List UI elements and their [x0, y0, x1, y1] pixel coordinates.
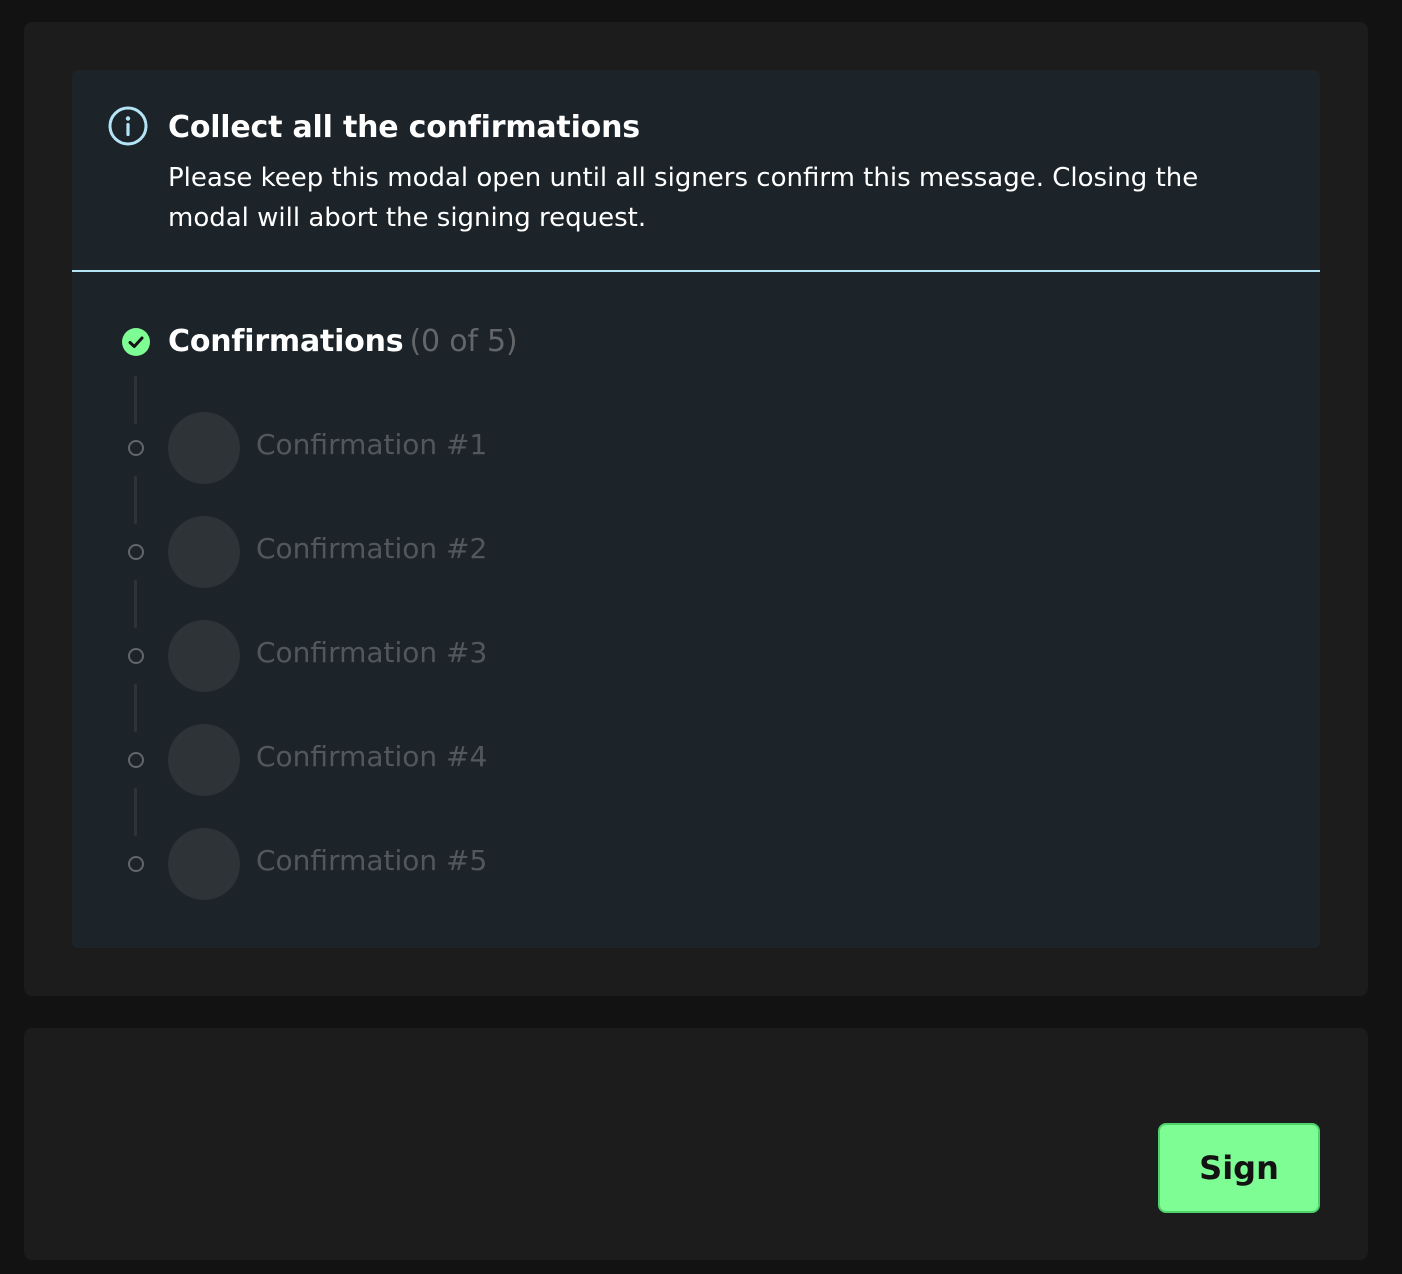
info-icon [108, 106, 148, 146]
confirmations-title: Confirmations (0 of 5) [168, 324, 518, 359]
pending-dot-icon [128, 856, 144, 872]
sign-button[interactable]: Sign [1158, 1123, 1320, 1213]
pending-dot-icon [128, 544, 144, 560]
confirmation-label: Confirmation #3 [256, 636, 488, 669]
confirmations-label: Confirmations [168, 324, 404, 359]
confirmation-label: Confirmation #2 [256, 532, 488, 565]
info-title: Collect all the confirmations [168, 110, 640, 145]
signer-avatar-placeholder [168, 412, 240, 484]
confirmation-label: Confirmation #5 [256, 844, 488, 877]
signer-avatar-placeholder [168, 828, 240, 900]
confirmation-item: Confirmation #3 [120, 620, 720, 692]
info-banner: Collect all the confirmations Please kee… [72, 70, 1320, 272]
confirmation-item: Confirmation #2 [120, 516, 720, 588]
confirmation-item: Confirmation #1 [120, 412, 720, 484]
pending-dot-icon [128, 752, 144, 768]
confirmation-item: Confirmation #5 [120, 828, 720, 900]
confirmation-label: Confirmation #1 [256, 428, 488, 461]
signer-avatar-placeholder [168, 620, 240, 692]
signing-panel: Collect all the confirmations Please kee… [24, 22, 1368, 996]
pending-dot-icon [128, 440, 144, 456]
signer-avatar-placeholder [168, 724, 240, 796]
action-panel: Sign [24, 1028, 1368, 1260]
confirmation-item: Confirmation #4 [120, 724, 720, 796]
confirmations-header: Confirmations (0 of 5) [122, 324, 822, 360]
confirmations-count: (0 of 5) [409, 324, 518, 359]
confirmations-card: Collect all the confirmations Please kee… [72, 70, 1320, 948]
confirmation-label: Confirmation #4 [256, 740, 488, 773]
pending-dot-icon [128, 648, 144, 664]
info-message: Please keep this modal open until all si… [168, 163, 1199, 233]
signer-avatar-placeholder [168, 516, 240, 588]
check-circle-icon [122, 328, 150, 356]
